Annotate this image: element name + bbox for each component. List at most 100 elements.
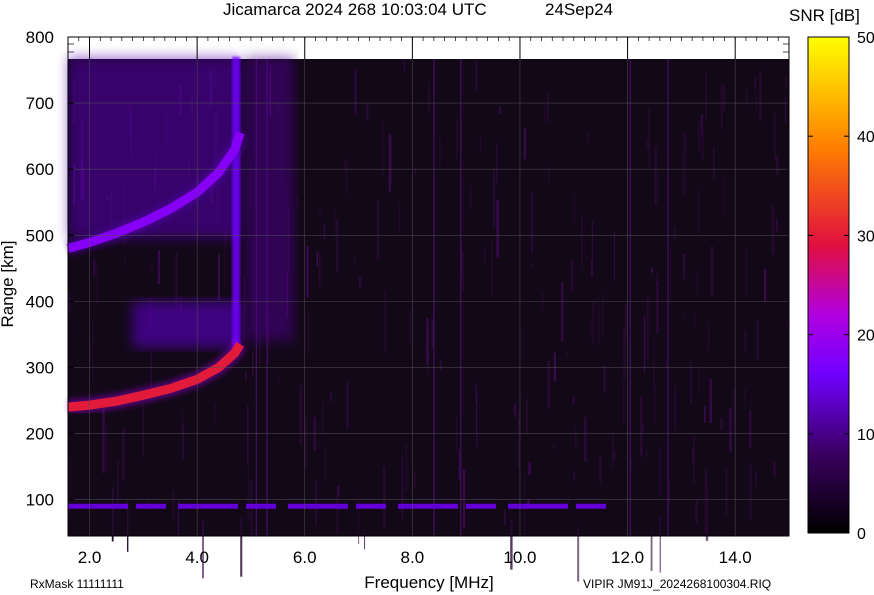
colorbar-tick-label: 50: [857, 30, 874, 47]
noise-streak: [547, 90, 549, 123]
noise-streak: [504, 510, 506, 526]
y-tick-label: 500: [26, 226, 54, 245]
noise-streak: [682, 315, 684, 320]
noise-streak: [175, 252, 178, 304]
noise-streak: [181, 423, 185, 459]
noise-streak: [523, 127, 526, 160]
noise-streak: [547, 360, 550, 409]
noise-streak: [674, 385, 677, 430]
noise-streak: [656, 174, 659, 201]
noise-streak: [723, 85, 725, 112]
colorbar: [807, 36, 850, 534]
noise-streak: [611, 433, 614, 467]
noise-streak: [388, 134, 391, 193]
noise-streak: [653, 341, 655, 391]
rxmask-label: RxMask 11111111: [30, 577, 124, 591]
echo-region: [245, 56, 294, 342]
noise-streak: [665, 357, 667, 368]
noise-streak: [316, 251, 318, 267]
noise-streak: [756, 320, 759, 360]
noise-streak: [151, 262, 153, 271]
noise-streak: [456, 119, 458, 159]
colorbar-tick-label: 10: [857, 427, 874, 444]
noise-streak: [305, 417, 308, 467]
noise-streak: [695, 270, 698, 295]
noise-streak: [553, 352, 556, 382]
noise-streak: [383, 466, 386, 529]
noise-streak: [117, 460, 119, 505]
noise-streak: [492, 169, 495, 228]
y-tick-label: 300: [26, 358, 54, 377]
x-tick-label: 6.0: [293, 548, 317, 567]
noise-streak: [427, 81, 430, 114]
x-tick-label: 2.0: [78, 548, 102, 567]
y-tick-label: 400: [26, 292, 54, 311]
noise-streak: [659, 446, 662, 497]
noise-streak: [654, 145, 657, 205]
noise-streak: [701, 126, 704, 160]
noise-streak: [786, 317, 788, 329]
critical-frequency-wall: [232, 56, 241, 348]
noise-streak: [431, 318, 434, 349]
noise-streak: [709, 378, 712, 424]
noise-streak: [322, 402, 324, 436]
noise-streak: [705, 71, 707, 121]
noise-streak: [462, 469, 466, 529]
noise-streak: [773, 112, 776, 154]
y-tick-label: 800: [26, 28, 54, 47]
noise-streak: [92, 322, 94, 382]
noise-streak: [591, 221, 593, 277]
noise-streak: [592, 301, 595, 345]
noise-streak: [573, 194, 575, 225]
noise-streak: [142, 403, 144, 458]
noise-streak: [78, 326, 81, 331]
noise-streak: [648, 108, 650, 169]
noise-streak: [544, 107, 546, 122]
noise-streak: [475, 60, 478, 91]
noise-streak: [344, 160, 346, 171]
noise-streak: [513, 403, 517, 417]
noise-streak: [720, 417, 723, 431]
noise-streak: [572, 397, 575, 405]
colorbar-label: SNR [dB]: [789, 6, 860, 25]
noise-streak: [414, 167, 416, 175]
noise-streak: [707, 325, 710, 351]
x-tick-label: 8.0: [401, 548, 425, 567]
noise-streak: [414, 470, 416, 488]
noise-streak: [764, 269, 767, 302]
noise-streak: [483, 246, 486, 263]
noise-streak: [531, 192, 533, 254]
file-label: VIPIR JM91J_2024268100304.RIQ: [583, 577, 772, 591]
noise-streak: [496, 199, 499, 258]
noise-streak: [345, 157, 348, 196]
noise-streak: [251, 351, 254, 377]
noise-streak: [668, 479, 670, 509]
noise-streak: [306, 245, 309, 298]
noise-streak: [755, 471, 757, 487]
noise-streak: [124, 253, 126, 267]
noise-streak: [698, 366, 701, 394]
noise-streak: [682, 253, 686, 280]
colorbar-tick-label: 0: [857, 526, 866, 543]
noise-streak: [749, 462, 752, 521]
noise-streak: [566, 350, 569, 356]
noise-streak: [382, 121, 384, 175]
noise-streak: [439, 359, 443, 371]
noise-streak: [613, 450, 616, 459]
x-tick-label: 12.0: [611, 548, 644, 567]
noise-streak: [439, 138, 441, 167]
noise-streak: [624, 303, 627, 344]
noise-streak: [692, 447, 694, 464]
noise-streak: [603, 365, 606, 393]
noise-streak: [589, 319, 592, 339]
noise-streak: [720, 84, 723, 130]
noise-streak: [698, 122, 700, 154]
noise-streak: [773, 461, 776, 477]
noise-streak: [682, 149, 685, 198]
noise-streak: [334, 209, 336, 237]
noise-streak: [214, 403, 216, 426]
noise-streak: [751, 392, 753, 408]
noise-streak: [645, 450, 648, 458]
noise-streak: [247, 406, 249, 463]
noise-streak: [690, 362, 692, 405]
